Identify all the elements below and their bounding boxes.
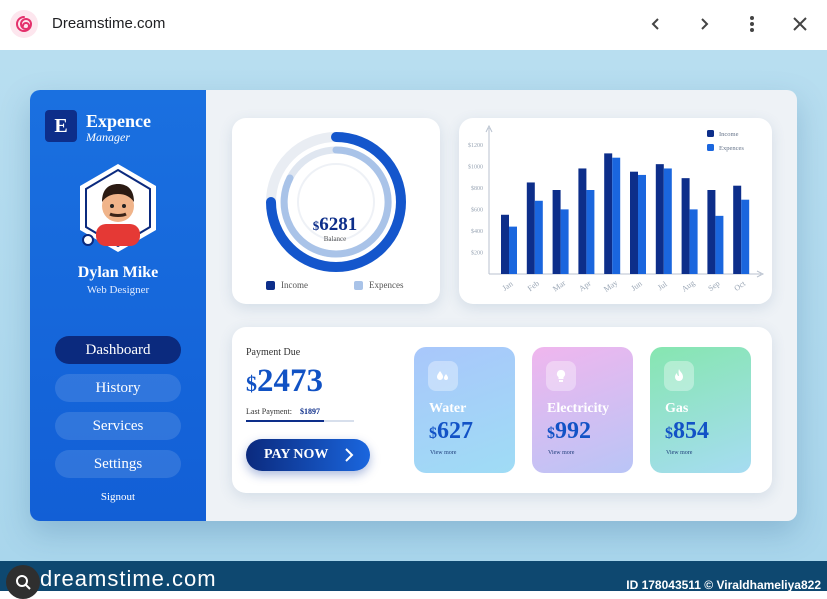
y-tick-label: $1200 bbox=[468, 142, 483, 149]
gas-view-more[interactable]: View more bbox=[666, 450, 692, 456]
balance-donut-chart bbox=[266, 132, 406, 272]
bar-income-may bbox=[604, 153, 613, 274]
gas-label: Gas bbox=[665, 401, 689, 416]
electricity-amount: $992 bbox=[547, 418, 591, 444]
bar-expences-may bbox=[612, 157, 621, 274]
site-title: Dreamstime.com bbox=[52, 15, 166, 32]
chevron-right-icon bbox=[345, 448, 354, 462]
x-tick-label: May bbox=[602, 278, 619, 294]
legend-swatch-expences bbox=[707, 144, 714, 151]
flame-icon bbox=[664, 361, 694, 391]
x-tick-label: Apr bbox=[577, 279, 593, 294]
close-icon[interactable] bbox=[786, 10, 814, 38]
user-role: Web Designer bbox=[86, 284, 150, 296]
sidebar: E Expence Manager Dylan Mike Web Designe… bbox=[30, 90, 206, 521]
bar-income-oct bbox=[733, 185, 742, 274]
nav-services[interactable]: Services bbox=[55, 412, 181, 440]
lens-icon[interactable] bbox=[6, 565, 40, 599]
x-tick-label: Mar bbox=[551, 278, 567, 293]
water-amount: $627 bbox=[429, 418, 473, 444]
x-tick-label: Sep bbox=[706, 279, 721, 293]
gas-amount: $854 bbox=[665, 418, 709, 444]
legend-swatch-income bbox=[707, 130, 714, 137]
x-tick-label: Jun bbox=[629, 279, 643, 293]
watermark-brand: dreamstime.com bbox=[40, 566, 217, 591]
bar-expences-feb bbox=[534, 200, 543, 274]
nav-settings[interactable]: Settings bbox=[55, 450, 181, 478]
pay-now-button[interactable]: PAY NOW bbox=[246, 439, 370, 471]
monthly-bar-chart: $200 $400 $600 $800 $1000 $1200 Jan Feb Mar Apr Ma… bbox=[468, 124, 765, 294]
bar-expences-sep bbox=[715, 215, 724, 274]
nav-dashboard[interactable]: Dashboard bbox=[55, 336, 181, 364]
bar-income-apr bbox=[578, 168, 587, 274]
y-tick-label: $400 bbox=[471, 228, 483, 235]
bar-income-jun bbox=[630, 171, 638, 274]
logo-subtitle: Manager bbox=[86, 130, 130, 144]
bar-expences-apr bbox=[586, 190, 595, 274]
payment-progress-bar bbox=[246, 420, 354, 422]
bar-income-sep bbox=[707, 190, 716, 274]
signout-link[interactable]: Signout bbox=[30, 491, 206, 503]
expense-manager-app: E Expence Manager Dylan Mike Web Designe… bbox=[30, 90, 797, 521]
nav-history[interactable]: History bbox=[55, 374, 181, 402]
bar-expences-aug bbox=[689, 209, 698, 274]
bar-expences-mar bbox=[560, 209, 569, 274]
user-name: Dylan Mike bbox=[77, 264, 159, 281]
back-chevron-icon[interactable] bbox=[642, 10, 670, 38]
water-card[interactable]: Water $627 View more bbox=[414, 347, 515, 473]
x-tick-label: Feb bbox=[526, 279, 541, 293]
legend-expences: Expences bbox=[354, 280, 403, 290]
water-drops-icon bbox=[428, 361, 458, 391]
y-tick-label: $800 bbox=[471, 185, 483, 192]
bar-expences-jun bbox=[638, 174, 646, 274]
bar-expences-oct bbox=[741, 199, 750, 274]
monthly-bar-chart-panel: $200 $400 $600 $800 $1000 $1200 Jan Feb Mar Apr Ma… bbox=[459, 118, 772, 304]
browser-toolbar: Dreamstime.com bbox=[0, 0, 827, 50]
logo-mark: E bbox=[45, 110, 77, 142]
bar-income-jul bbox=[655, 164, 664, 274]
bar-expences-jan bbox=[509, 226, 517, 274]
bar-income-aug bbox=[681, 178, 690, 274]
forward-chevron-icon[interactable] bbox=[690, 10, 718, 38]
legend-label-expences: Expences bbox=[719, 145, 744, 152]
lightbulb-icon bbox=[546, 361, 576, 391]
y-tick-label: $200 bbox=[471, 249, 483, 256]
logo-title: Expence bbox=[86, 111, 151, 131]
balance-label: Balance bbox=[323, 235, 347, 243]
x-tick-label: Jul bbox=[656, 279, 669, 292]
electricity-view-more[interactable]: View more bbox=[548, 450, 574, 456]
watermark-footer: dreamstime.com ID 178043511 © Viraldhame… bbox=[0, 561, 827, 599]
balance-panel: $6281 Balance Income Expences bbox=[232, 118, 440, 304]
x-tick-label: Aug bbox=[680, 278, 696, 293]
gas-card[interactable]: Gas $854 View more bbox=[650, 347, 751, 473]
image-stage: E Expence Manager Dylan Mike Web Designe… bbox=[0, 50, 827, 561]
x-tick-label: Jan bbox=[501, 279, 515, 292]
avatar[interactable] bbox=[76, 162, 160, 254]
x-tick-label: Oct bbox=[732, 279, 747, 293]
balance-value: $6281 bbox=[312, 214, 358, 235]
electricity-card[interactable]: Electricity $992 View more bbox=[532, 347, 633, 473]
y-tick-label: $600 bbox=[471, 206, 483, 213]
bar-expences-jul bbox=[663, 168, 672, 274]
bar-income-mar bbox=[552, 190, 561, 274]
legend-income: Income bbox=[266, 280, 308, 290]
more-options-icon[interactable] bbox=[738, 10, 766, 38]
dreamstime-favicon-icon bbox=[10, 10, 38, 38]
y-tick-label: $1000 bbox=[468, 163, 483, 170]
payment-due-amount: $2473 bbox=[246, 363, 323, 399]
bar-income-jan bbox=[501, 214, 509, 274]
water-label: Water bbox=[429, 401, 467, 416]
pay-now-label: PAY NOW bbox=[264, 447, 329, 462]
payment-panel: Payment Due $2473 Last Payment: $1897 PAY… bbox=[232, 327, 772, 493]
bar-income-feb bbox=[526, 182, 535, 274]
last-payment: Last Payment: $1897 bbox=[246, 407, 320, 416]
payment-due-label: Payment Due bbox=[246, 347, 301, 358]
payment-progress-fill bbox=[246, 420, 324, 422]
water-view-more[interactable]: View more bbox=[430, 450, 456, 456]
electricity-label: Electricity bbox=[547, 401, 610, 416]
legend-label-income: Income bbox=[719, 131, 739, 138]
watermark-id: ID 178043511 © Viraldhameliya822 bbox=[626, 578, 821, 592]
